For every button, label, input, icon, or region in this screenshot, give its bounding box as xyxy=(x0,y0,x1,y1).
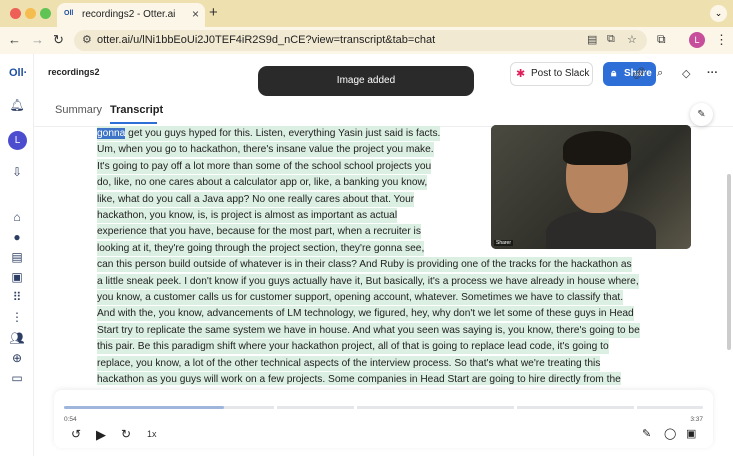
folder-icon[interactable]: ▭ xyxy=(9,371,25,385)
video-label: Sharer xyxy=(494,240,514,246)
transcript-line-text: get you guys hyped for this. Listen, eve… xyxy=(125,128,441,139)
url-text: otter.ai/u/lNi1bbEoUi2J0TEF4iR2S9d_nCE?v… xyxy=(97,34,436,46)
transcript-line: hackathon, you know, is, is project is a… xyxy=(97,208,398,223)
file-name: recordings2 xyxy=(48,67,100,77)
browser-tab[interactable]: Oll recordings2 - Otter.ai × xyxy=(57,3,205,27)
transcript-line: gonna get you guys hyped for this. Liste… xyxy=(97,126,441,141)
browser-tab-bar: Oll recordings2 - Otter.ai × + ⌄ xyxy=(0,0,733,27)
back-icon[interactable]: ← xyxy=(8,32,21,47)
selected-word: gonna xyxy=(97,128,126,139)
transcript-line: Start try to replicate the same system w… xyxy=(97,322,640,338)
share-button[interactable]: 🔒︎ Share xyxy=(603,62,656,86)
address-bar[interactable]: ⚙ otter.ai/u/lNi1bbEoUi2J0TEF4iR2S9d_nCE… xyxy=(74,30,647,51)
segment-gap xyxy=(274,406,277,409)
progress-fill xyxy=(64,406,224,409)
minimize-window-icon[interactable] xyxy=(25,8,36,19)
scrollbar[interactable] xyxy=(727,174,731,350)
active-tab-indicator xyxy=(110,122,157,124)
user-avatar[interactable]: L xyxy=(8,131,27,150)
home-icon[interactable]: ⌂ xyxy=(9,210,25,224)
speaker-body xyxy=(546,210,656,249)
highlight-pen-icon[interactable]: ✎ xyxy=(642,427,651,440)
extensions-icon[interactable]: ⧉ xyxy=(657,32,666,47)
total-time: 3:37 xyxy=(690,416,703,423)
forward-icon[interactable]: → xyxy=(31,32,44,47)
playback-speed[interactable]: 1x xyxy=(147,429,157,439)
tab-title: recordings2 - Otter.ai xyxy=(82,9,176,20)
tab-transcript[interactable]: Transcript xyxy=(110,104,163,116)
transcript-line: It's going to pay off a lot more than so… xyxy=(97,158,432,174)
install-app-icon[interactable]: ⧉ xyxy=(607,33,615,46)
transcript-line: replace, you know, a lot of the other te… xyxy=(97,355,601,371)
link-icon[interactable]: 🔗︎ xyxy=(632,67,646,80)
segment-gap xyxy=(514,406,517,409)
left-rail: Oll· 🔔︎ L ⇩ ⌂ ● ▤ ▣ ⠿ ⋮ 👥︎ ⊕ ▭ xyxy=(0,54,34,456)
notes-icon[interactable]: ▤ xyxy=(9,250,25,264)
otter-chat-icon[interactable]: ● xyxy=(9,230,25,244)
search-icon[interactable]: ⌕ xyxy=(657,67,663,80)
transcript-line: Um, when you go to hackathon, there's in… xyxy=(97,142,434,158)
tab-search-icon[interactable]: ⌄ xyxy=(710,5,727,22)
bookmark-star-icon[interactable]: ☆ xyxy=(627,33,637,46)
transcript-line: looking at it, they're going through the… xyxy=(97,240,425,256)
bell-icon[interactable]: 🔔︎ xyxy=(9,98,25,112)
transcript-line: And with the, you know, advancements of … xyxy=(97,306,634,322)
close-window-icon[interactable] xyxy=(10,8,21,19)
address-toolbar: ← → ↻ ⚙ otter.ai/u/lNi1bbEoUi2J0TEF4iR2S… xyxy=(0,27,733,54)
reload-icon[interactable]: ↻ xyxy=(53,32,64,48)
more-icon[interactable]: ⋮ xyxy=(9,310,25,324)
play-icon[interactable]: ▶ xyxy=(96,427,106,443)
rewind-icon[interactable]: ↺ xyxy=(71,427,81,441)
post-to-slack-button[interactable]: ✱ Post to Slack xyxy=(510,62,593,86)
transcript-line: a little sneak peek. I don't know if you… xyxy=(97,273,639,289)
comment-icon[interactable]: ◯ xyxy=(664,427,676,440)
transcript-line: hackathon as you guys will work on a few… xyxy=(97,372,621,385)
speaker-hair xyxy=(563,131,631,165)
profile-avatar[interactable]: L xyxy=(689,32,705,48)
transcript-line: like, what do you call a Java app? No on… xyxy=(97,191,415,207)
add-image-icon[interactable]: ▣ xyxy=(686,427,696,440)
close-tab-icon[interactable]: × xyxy=(192,7,199,21)
otter-favicon-icon: Oll xyxy=(64,10,74,17)
current-time: 0:54 xyxy=(64,416,77,423)
import-icon[interactable]: ⇩ xyxy=(9,165,25,179)
apps-grid-icon[interactable]: ⠿ xyxy=(9,290,25,304)
transcript-line: experience that you have, because for th… xyxy=(97,224,421,240)
segment-gap xyxy=(354,406,357,409)
browser-menu-icon[interactable]: ⋮ xyxy=(715,32,728,48)
progress-bar[interactable] xyxy=(64,406,703,409)
segment-gap xyxy=(634,406,637,409)
new-tab-icon[interactable]: + xyxy=(209,4,218,21)
tab-summary[interactable]: Summary xyxy=(55,104,102,116)
otter-app: Oll· 🔔︎ L ⇩ ⌂ ● ▤ ▣ ⠿ ⋮ 👥︎ ⊕ ▭ recording… xyxy=(0,54,733,456)
slack-icon: ✱ xyxy=(516,68,526,80)
edit-pencil-icon[interactable]: ✎ xyxy=(690,103,713,126)
chat-icon[interactable]: ▣ xyxy=(9,270,25,284)
otter-logo-icon[interactable]: Oll· xyxy=(9,67,27,79)
transcript-line: you know, a customer calls us for custom… xyxy=(97,290,624,305)
transcript-line: this pair. Be this paradigm shift where … xyxy=(97,339,609,355)
add-channel-icon[interactable]: ⊕ xyxy=(9,351,25,365)
transcript-line: can this person build outside of whateve… xyxy=(97,257,632,273)
video-thumbnail[interactable]: Sharer xyxy=(491,125,691,249)
audio-player: 0:54 3:37 ↺ ▶ ↻ 1x ✎ ◯ ▣ xyxy=(54,390,713,448)
maximize-window-icon[interactable] xyxy=(40,8,51,19)
site-settings-icon[interactable]: ⚙ xyxy=(82,33,92,46)
lock-icon: 🔒︎ xyxy=(611,68,617,79)
post-to-slack-label: Post to Slack xyxy=(531,68,590,79)
forward-skip-icon[interactable]: ↻ xyxy=(121,427,131,441)
diamond-icon[interactable]: ◇ xyxy=(682,67,690,80)
toast-notification: Image added xyxy=(258,66,474,96)
clipboard-icon[interactable]: ▤ xyxy=(587,33,597,46)
transcript-line: do, like, no one cares about a calculato… xyxy=(97,175,428,191)
people-icon[interactable]: 👥︎ xyxy=(9,331,25,345)
more-options-icon[interactable]: ··· xyxy=(707,67,718,79)
